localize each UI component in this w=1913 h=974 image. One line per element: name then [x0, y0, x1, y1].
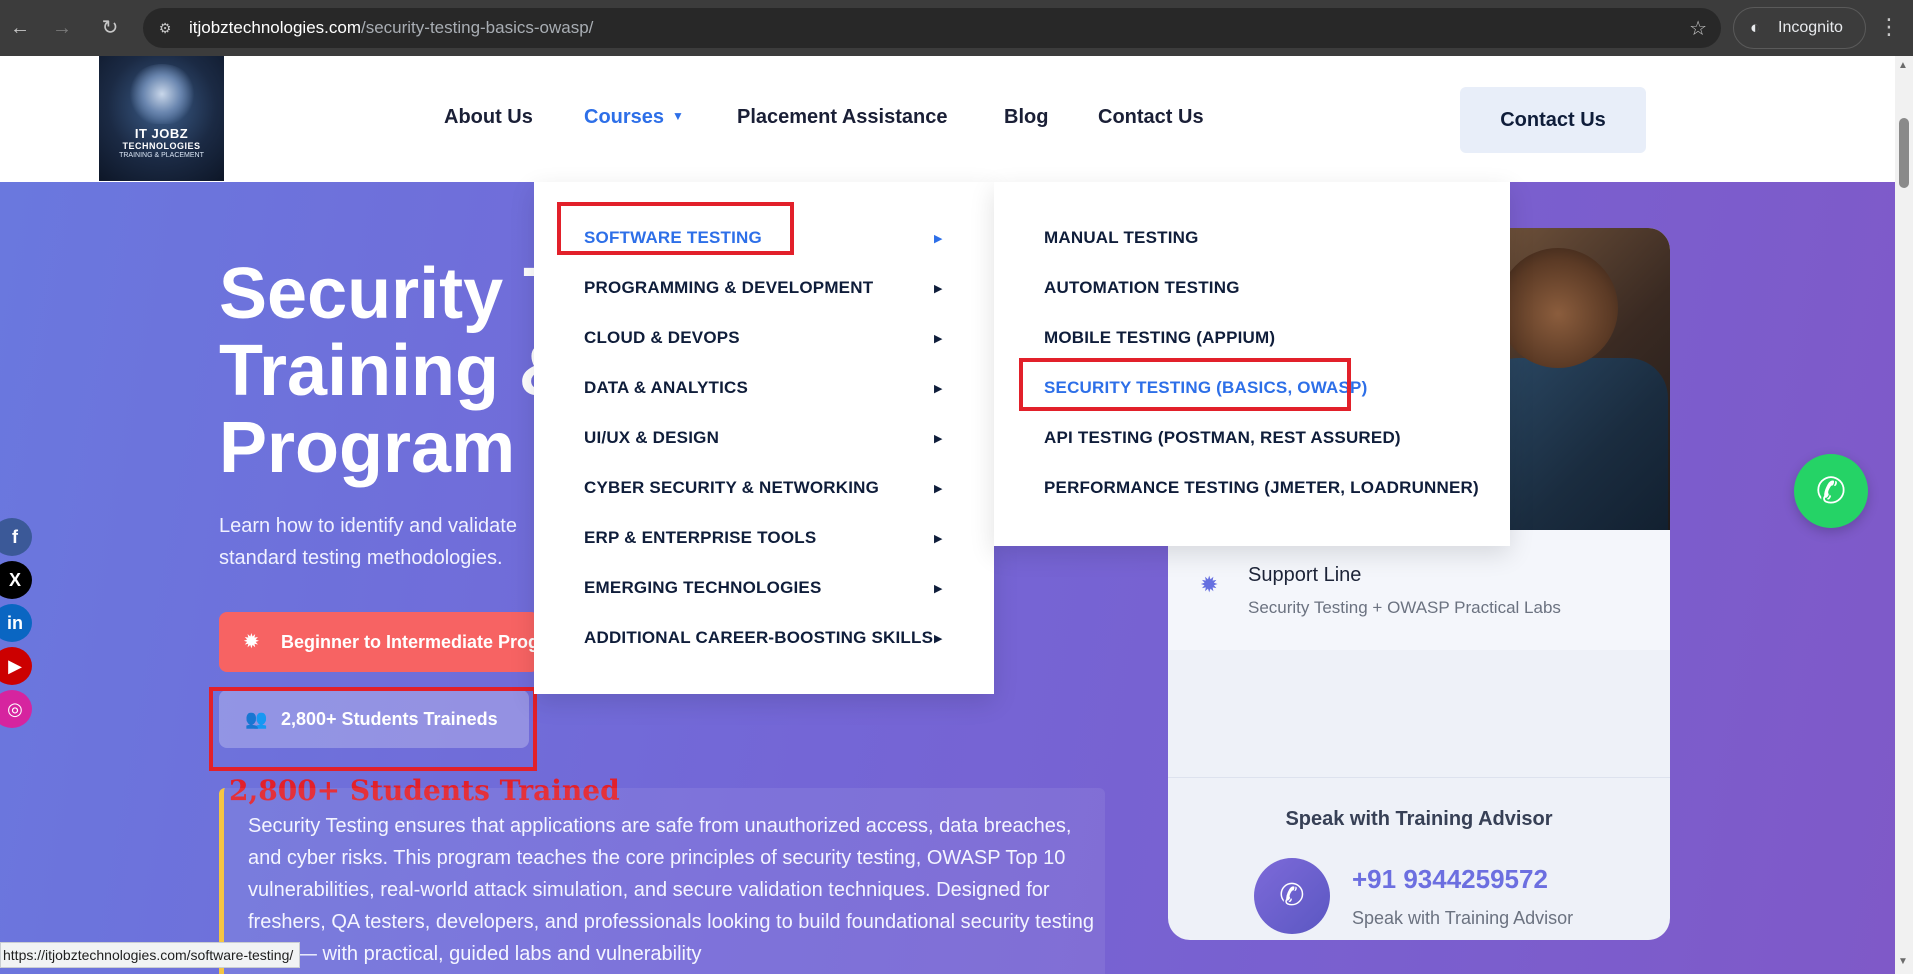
advisor-title: Speak with Training Advisor: [1285, 808, 1553, 830]
submenu-item-mobile-testing[interactable]: MOBILE TESTING (APPIUM): [1044, 328, 1275, 348]
courses-dropdown: SOFTWARE TESTING ▶ PROGRAMMING & DEVELOP…: [534, 182, 994, 694]
logo-subtext: TECHNOLOGIES: [122, 141, 201, 151]
facebook-icon[interactable]: f: [0, 518, 32, 556]
submenu-arrow-icon: ▶: [934, 333, 943, 345]
level-badge-label: Beginner to Intermediate Prog: [281, 632, 539, 652]
phone-number-link[interactable]: +91 9344259572: [1352, 864, 1548, 895]
submenu-arrow-icon: ▶: [934, 633, 943, 645]
about-text: Security Testing ensures that applicatio…: [248, 815, 1095, 965]
menu-item-career-skills[interactable]: ADDITIONAL CAREER-BOOSTING SKILLS: [584, 628, 933, 648]
menu-item-cyber-security[interactable]: CYBER SECURITY & NETWORKING: [584, 478, 879, 498]
bookmark-star-icon[interactable]: ☆: [1689, 16, 1707, 41]
browser-toolbar: ← → ↻ ⚙ itjobztechnologies.com/security-…: [0, 0, 1913, 56]
page-scrollbar[interactable]: ▲ ▼: [1895, 56, 1913, 974]
nav-placement-assistance[interactable]: Placement Assistance: [737, 106, 947, 129]
badge-icon: ✹: [1200, 572, 1219, 597]
submenu-arrow-icon: ▶: [934, 533, 943, 545]
forward-icon[interactable]: →: [48, 14, 76, 42]
status-url-preview: https://itjobztechnologies.com/software-…: [0, 942, 301, 968]
instagram-icon[interactable]: ◎: [0, 690, 32, 728]
incognito-indicator[interactable]: ◐ Incognito: [1733, 7, 1866, 49]
submenu-arrow-icon: ▶: [934, 233, 943, 245]
reload-icon[interactable]: ↻: [96, 14, 124, 42]
nav-blog[interactable]: Blog: [1004, 106, 1048, 129]
x-icon[interactable]: X: [0, 561, 32, 599]
whatsapp-icon[interactable]: ✆: [1794, 454, 1868, 528]
incognito-label: Incognito: [1778, 19, 1843, 36]
submenu-arrow-icon: ▶: [934, 383, 943, 395]
site-header: IT JOBZ TECHNOLOGIES TRAINING & PLACEMEN…: [0, 56, 1895, 182]
submenu-item-manual-testing[interactable]: MANUAL TESTING: [1044, 228, 1199, 248]
annotation-box-security-testing: [1019, 358, 1351, 411]
submenu-arrow-icon: ▶: [934, 583, 943, 595]
logo-tagline: TRAINING & PLACEMENT: [119, 152, 204, 159]
badge-star-icon: ✹: [243, 631, 260, 653]
photo-person-head: [1498, 248, 1618, 368]
card-divider: [1168, 777, 1670, 778]
level-badge: ✹ Beginner to Intermediate Prog: [219, 612, 539, 672]
linkedin-icon[interactable]: in: [0, 604, 32, 642]
nav-contact-us[interactable]: Contact Us: [1098, 106, 1204, 129]
address-bar[interactable]: ⚙ itjobztechnologies.com/security-testin…: [143, 8, 1721, 48]
support-subtitle: Security Testing + OWASP Practical Labs: [1248, 598, 1561, 617]
back-icon[interactable]: ←: [6, 14, 34, 42]
browser-menu-icon[interactable]: ⋮: [1878, 14, 1900, 40]
menu-item-cloud-devops[interactable]: CLOUD & DEVOPS: [584, 328, 740, 348]
annotation-box-students: [209, 687, 537, 771]
hero-description: Learn how to identify and validate stand…: [219, 515, 517, 569]
scroll-down-icon[interactable]: ▼: [1898, 956, 1908, 967]
nav-about-us[interactable]: About Us: [444, 106, 533, 129]
menu-item-emerging-tech[interactable]: EMERGING TECHNOLOGIES: [584, 578, 822, 598]
logo-emblem: [126, 64, 197, 124]
scroll-thumb[interactable]: [1899, 118, 1909, 188]
menu-item-programming[interactable]: PROGRAMMING & DEVELOPMENT: [584, 278, 873, 298]
scroll-up-icon[interactable]: ▲: [1898, 60, 1908, 71]
phone-subtitle: Speak with Training Advisor: [1352, 908, 1574, 928]
submenu-item-api-testing[interactable]: API TESTING (POSTMAN, REST ASSURED): [1044, 428, 1401, 448]
submenu-arrow-icon: ▶: [934, 483, 943, 495]
menu-item-ui-ux-design[interactable]: UI/UX & DESIGN: [584, 428, 719, 448]
submenu-item-performance-testing[interactable]: PERFORMANCE TESTING (JMETER, LOADRUNNER): [1044, 478, 1479, 498]
menu-item-erp-tools[interactable]: ERP & ENTERPRISE TOOLS: [584, 528, 816, 548]
caret-down-icon: ▼: [672, 109, 684, 123]
phone-icon[interactable]: ✆: [1254, 858, 1330, 934]
support-line-row: ✹ Support Line Security Testing + OWASP …: [1168, 530, 1670, 650]
site-logo[interactable]: IT JOBZ TECHNOLOGIES TRAINING & PLACEMEN…: [99, 56, 224, 181]
nav-courses-label: Courses: [584, 106, 665, 128]
url-text[interactable]: itjobztechnologies.com/security-testing-…: [189, 18, 593, 38]
site-info-icon[interactable]: ⚙: [155, 18, 175, 38]
youtube-icon[interactable]: ▶: [0, 647, 32, 685]
incognito-icon: ◐: [1750, 18, 1761, 37]
nav-courses[interactable]: Courses ▼: [584, 106, 684, 129]
menu-item-data-analytics[interactable]: DATA & ANALYTICS: [584, 378, 748, 398]
annotation-box-software-testing: [557, 202, 794, 255]
submenu-arrow-icon: ▶: [934, 433, 943, 445]
logo-text: IT JOBZ: [134, 126, 189, 141]
contact-us-button[interactable]: Contact Us: [1460, 87, 1646, 153]
submenu-arrow-icon: ▶: [934, 283, 943, 295]
submenu-item-automation-testing[interactable]: AUTOMATION TESTING: [1044, 278, 1240, 298]
support-title: Support Line: [1248, 564, 1362, 586]
